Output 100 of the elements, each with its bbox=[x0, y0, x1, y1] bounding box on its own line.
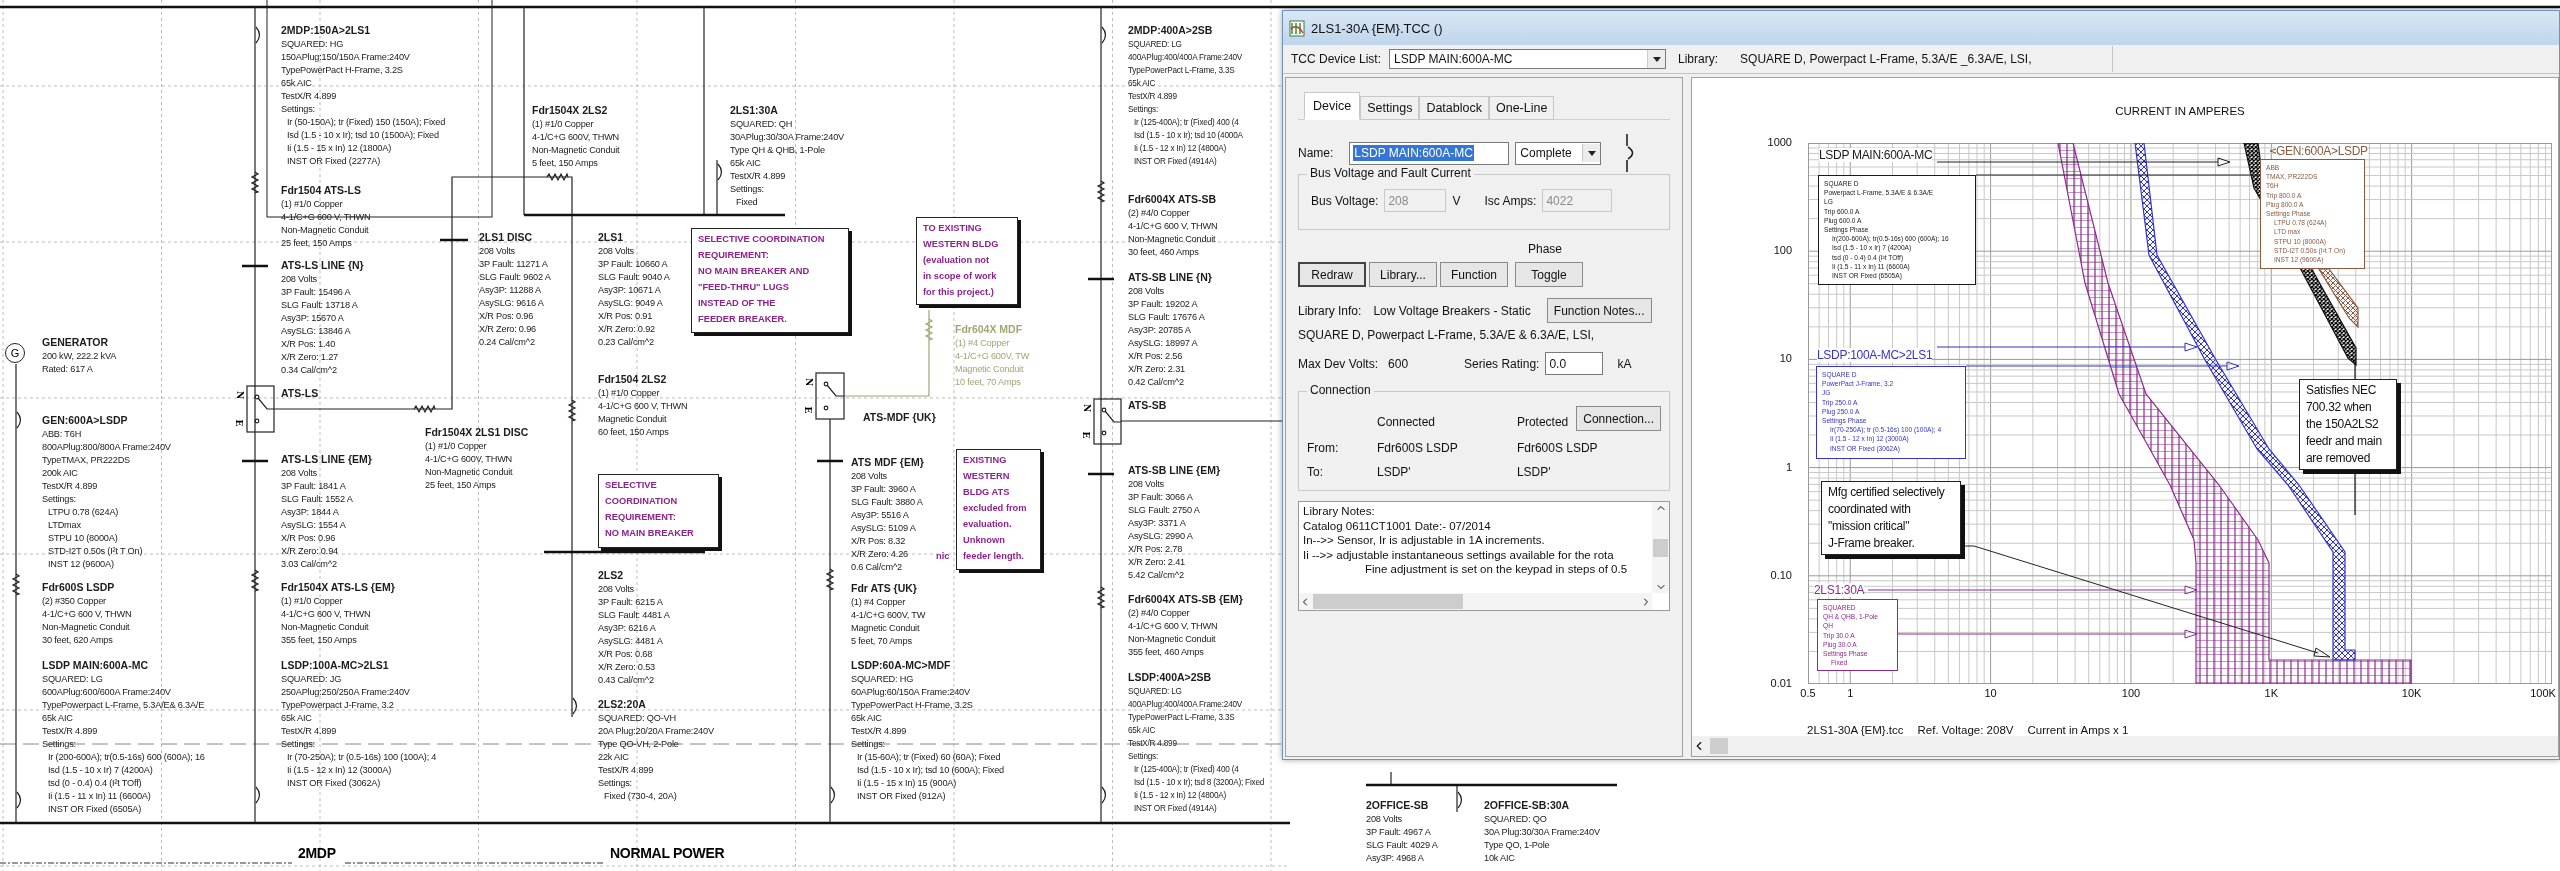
breaker-icon bbox=[830, 786, 836, 804]
group-title: Connection bbox=[1307, 383, 1374, 397]
device-data: (1) #1/0 Copper 4-1/C+G 600V, THWN Non-Magnetic Conduit 5 feet, 150 Amps bbox=[532, 118, 620, 170]
input-field[interactable]: 0.0 bbox=[1545, 352, 1604, 375]
device-name: 2LS1 bbox=[598, 230, 625, 245]
device-data: (1) #1/0 Copper 4-1/C+G 600V, THWN Non-Magnetic Conduit 25 feet, 150 Amps bbox=[425, 440, 513, 492]
switch-position-label: E bbox=[234, 419, 245, 427]
switch-position-label: E bbox=[803, 406, 814, 414]
device-name: Fdr ATS {UK} bbox=[851, 581, 918, 596]
device-data: 208 Volts 3P Fault: 3066 A SLG Fault: 2750 A Asy3P: 3371 A AsySLG: 2990 A X/R Pos: 2.78 X/R Zero: 2.41 5.42 Cal/cm^2 bbox=[1128, 478, 1200, 582]
cable-icon bbox=[413, 404, 436, 414]
section-label: 2MDP bbox=[298, 845, 336, 861]
coordination-note: SELECTIVE COORDINATION REQUIREMENT: NO MAIN BREAKER AND "FEED-THRU" LUGS INSTEAD OF THE FEEDER BREAKER. bbox=[691, 228, 849, 333]
cable-icon bbox=[250, 569, 260, 592]
axis-tick-label: 0.5 bbox=[1800, 687, 1816, 699]
mode-dropdown[interactable]: Complete bbox=[1515, 141, 1602, 165]
device-name: ATS-LS LINE {EM} bbox=[281, 452, 372, 467]
curve-label: GEN:600A>LSDP bbox=[2276, 144, 2368, 158]
device-data: SQUARED: QO 30A Plug:30/30A Frame:240V Type QO, 1-Pole 10k AIC bbox=[1484, 813, 1600, 865]
stray-label: nic bbox=[936, 551, 950, 561]
field-label: Isc Amps: bbox=[1484, 193, 1537, 208]
horizontal-scrollbar[interactable] bbox=[1299, 593, 1652, 610]
breaker-icon bbox=[1101, 26, 1107, 44]
cable-icon bbox=[11, 573, 21, 596]
device-data: (1) #4 Copper 4-1/C+G 600V, TW Magnetic Conduit 5 feet, 70 Amps bbox=[851, 596, 926, 648]
connection-button[interactable]: Connection... bbox=[1576, 406, 1661, 431]
field-label: Bus Voltage: bbox=[1311, 193, 1379, 208]
device-name: 2MDP:150A>2LS1 bbox=[281, 23, 371, 38]
device-data: SQUARED: LG 400APlug:400/400A Frame:240V TypePowerPact L-Frame, 3.3S 65k AIC TestX/R 4.899 Settings: Ir (125-400A); tr (Fixed) 400 (4 Isd (1.5 - 10 x Ir); tsd 8 (3200A); Fixed Ii (1.5 - 12 x In) 12 (4800A) INST OR Fixed (4914A) bbox=[1128, 686, 1265, 815]
device-name: GENERATOR bbox=[42, 335, 110, 350]
breaker-icon bbox=[16, 411, 22, 429]
bus-bar bbox=[242, 264, 268, 268]
dialog-button[interactable]: Function bbox=[1440, 262, 1508, 287]
device-data: 208 Volts 3P Fault: 19202 A SLG Fault: 17676 A Asy3P: 20785 A AsySLG: 18997 A X/R Pos: 2.56 X/R Zero: 2.31 0.42 Cal/cm^2 bbox=[1128, 285, 1205, 389]
device-name: 2LS2 bbox=[598, 568, 625, 583]
app-icon bbox=[1289, 19, 1305, 37]
scroll-thumb[interactable] bbox=[1710, 738, 1728, 754]
device-name: 2MDP:400A>2SB bbox=[1128, 23, 1214, 38]
bus-bar bbox=[1088, 472, 1114, 476]
device-name: Fdr604X MDF bbox=[955, 322, 1024, 337]
connection-value: LSDP' bbox=[1516, 465, 1552, 479]
horizontal-scrollbar[interactable] bbox=[1692, 736, 2558, 756]
library-info-value: Low Voltage Breakers - Static bbox=[1373, 303, 1531, 318]
axis-tick-label: 0.01 bbox=[1770, 677, 1792, 689]
tab[interactable]: Device bbox=[1304, 92, 1361, 120]
library-value: SQUARE D, Powerpact L-Frame, 5.3A/E _6.3A/E, LSI, bbox=[1740, 52, 2032, 66]
dialog-button[interactable]: Toggle bbox=[1515, 262, 1583, 287]
axis-tick-label: 1K bbox=[2264, 687, 2279, 699]
dialog-button[interactable]: Library... bbox=[1369, 262, 1437, 287]
device-data: (1) #1/0 Copper 4-1/C+G 600 V, THWN Magnetic Conduit 60 feet, 150 Amps bbox=[598, 387, 688, 439]
device-data: SQUARED: HG 60APlug:60/150A Frame:240V TypePowerPact H-Frame, 3.2S 65k AIC TestX/R 4.899 Settings: Ir (15-60A); tr (Fixed) 60 (60A); Fixed Isd (1.5 - 10 x Ir); tsd 10 (600A); Fixed Ii (1.5 - 15 x In) 15 (900A) INST OR Fixed (912A) bbox=[851, 673, 1005, 803]
device-name: Fdr6004X ATS-SB {EM} bbox=[1128, 592, 1243, 607]
breaker-icon bbox=[255, 786, 261, 804]
field-label: Series Rating: bbox=[1464, 356, 1540, 371]
scroll-thumb[interactable] bbox=[1313, 594, 1463, 609]
device-data: SQUARED: HG 150APlug:150/150A Frame:240V TypePowerPact H-Frame, 3.2S 65k AIC TestX/R 4.899 Settings: Ir (50-150A); tr (Fixed) 150 (150A); Fixed Isd (1.5 - 10 x Ir); tsd 10 (1500A); Fixed Ii (1.5 - 15 x In) 12 (1800A) INST OR Fixed (2277A) bbox=[281, 38, 446, 168]
column-heading: Connected bbox=[1377, 414, 1437, 429]
device-name: ATS-MDF {UK} bbox=[863, 410, 936, 425]
vertical-scrollbar[interactable] bbox=[1652, 502, 1669, 593]
device-name: Fdr1504X ATS-LS {EM} bbox=[281, 580, 395, 595]
axis-tick-label: 100 bbox=[2121, 687, 2141, 699]
device-name: LSDP:60A-MC>MDF bbox=[851, 658, 952, 673]
field-label: Library: bbox=[1678, 52, 1719, 66]
unit-label: V bbox=[1452, 193, 1461, 208]
device-data: 208 Volts 3P Fault: 3960 A SLG Fault: 3880 A Asy3P: 5516 A AsySLG: 5109 A X/R Pos: 8.32 X/R Zero: 4.26 0.6 Cal/cm^2 bbox=[851, 470, 923, 574]
device-data: (2) #350 Copper 4-1/C+G 600 V, THWN Non-Magnetic Conduit 30 feet, 620 Amps bbox=[42, 595, 132, 647]
name-field[interactable]: LSDP MAIN:600A-MC bbox=[1349, 141, 1510, 165]
notes-textarea[interactable]: Library Notes: Catalog 0611CT1001 Date:- 07/2014 In-->> Sensor, Ir is adjustable in 1A increments. Ii -->> adjustable instantaneous settings available for the rota Fine adjustment is set on the keypad in steps of 0.5 bbox=[1298, 501, 1670, 611]
bus-bar bbox=[440, 238, 468, 242]
caret-icon bbox=[1587, 150, 1596, 156]
group-title: Bus Voltage and Fault Current bbox=[1307, 166, 1474, 180]
curve-label: LSDP:100A-MC>2LS1 bbox=[1817, 348, 1933, 362]
function-notes-button[interactable]: Function Notes... bbox=[1546, 298, 1652, 323]
device-data: (2) #4/0 Copper 4-1/C+G 600 V, THWN Non-Magnetic Conduit 30 feet, 460 Amps bbox=[1128, 207, 1218, 259]
tab[interactable]: Settings bbox=[1360, 96, 1420, 120]
breaker-icon bbox=[572, 697, 578, 715]
tab[interactable]: One-Line bbox=[1489, 96, 1555, 120]
field-label: Max Dev Volts: bbox=[1298, 356, 1379, 371]
axis-tick-label: 10 bbox=[1779, 352, 1792, 365]
device-data: SQUARED: QO-VH 20A Plug:20/20A Frame:240V Type QO-VH, 2-Pole 22k AIC TestX/R 4.899 Settings: Fixed (730-4, 20A) bbox=[598, 712, 714, 803]
cable-icon bbox=[567, 399, 577, 422]
device-name: Fdr1504X 2LS2 bbox=[532, 103, 609, 118]
device-list-dropdown[interactable]: LSDP MAIN:600A-MC bbox=[1389, 49, 1667, 69]
column-heading: Protected bbox=[1516, 414, 1569, 429]
device-name: LSDP:400A>2SB bbox=[1128, 670, 1213, 685]
section-label: NORMAL POWER bbox=[610, 845, 725, 861]
tab[interactable]: Datablock bbox=[1419, 96, 1489, 120]
coordination-note: TO EXISTING WESTERN BLDG (evaluation not in scope of work for this project.) bbox=[916, 217, 1018, 305]
switch-position-label: E bbox=[1081, 431, 1092, 439]
axis-tick-label: 0.10 bbox=[1770, 568, 1792, 581]
feeder-line bbox=[1390, 771, 1392, 786]
device-name: LSDP:100A-MC>2LS1 bbox=[281, 658, 390, 673]
device-name: 2LS1 DISC bbox=[479, 230, 534, 245]
device-data: 200 kW, 222.2 kVA Rated: 617 A bbox=[42, 350, 117, 376]
cable-icon bbox=[924, 318, 934, 341]
scroll-thumb[interactable] bbox=[1653, 538, 1668, 557]
device-name: GEN:600A>LSDP bbox=[42, 413, 129, 428]
device-data: (2) #4/0 Copper 4-1/C+G 600 V, THWN Non-Magnetic Conduit 355 feet, 460 Amps bbox=[1128, 607, 1218, 659]
dialog-button[interactable]: Redraw bbox=[1298, 262, 1366, 287]
axis-tick-label: 1 bbox=[1847, 687, 1854, 699]
